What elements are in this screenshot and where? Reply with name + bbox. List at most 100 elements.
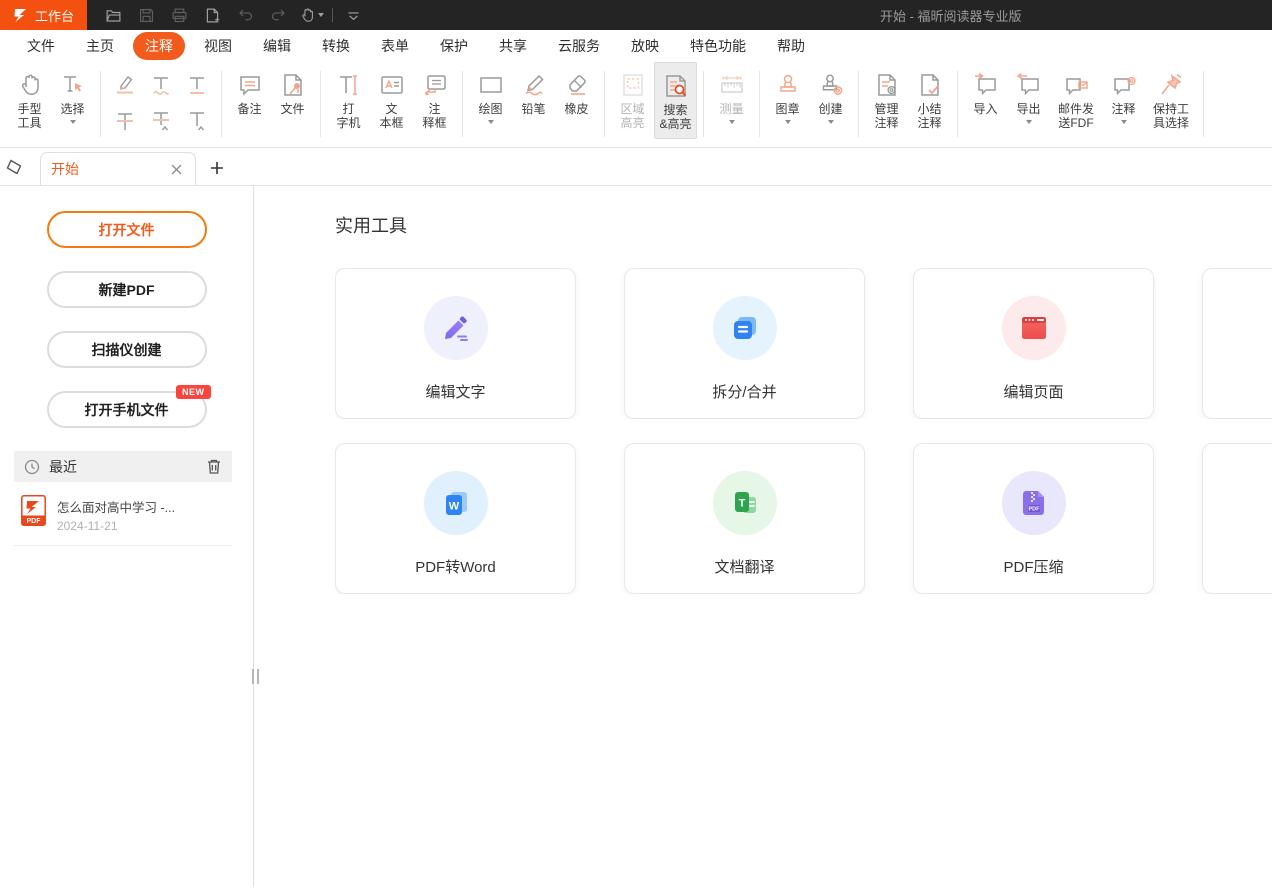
new-badge: NEW — [176, 385, 211, 399]
workspace-label: 工作台 — [35, 6, 74, 25]
export-label: 导出 — [1016, 102, 1040, 116]
foxit-logo-icon — [13, 7, 29, 23]
search-highlight-icon — [662, 72, 690, 100]
tool-card-split-merge[interactable]: 拆分/合并 — [624, 268, 865, 419]
new-pdf-button[interactable]: 新建PDF — [47, 271, 207, 308]
eraser-button[interactable]: 橡皮 — [555, 62, 598, 116]
pdf-file-icon: PDF — [21, 495, 46, 526]
hand-tool-button[interactable]: 手型 工具 — [8, 62, 51, 130]
callout-button[interactable]: 注 释框 — [413, 62, 456, 130]
tool-card-pdf-to-word[interactable]: W PDF转Word — [335, 443, 576, 594]
tool-card-partial[interactable] — [1202, 268, 1272, 419]
insert-text-button[interactable] — [181, 105, 213, 137]
email-fdf-label: 邮件发 送FDF — [1058, 102, 1094, 130]
squiggly-underline-button[interactable] — [145, 69, 177, 101]
ribbon-separator — [1203, 71, 1204, 137]
customize-toolbar-icon[interactable] — [337, 0, 370, 30]
recent-file-item[interactable]: PDF 怎么面对高中学习 -... 2024-11-21 — [21, 495, 253, 533]
tool-card-partial[interactable] — [1202, 443, 1272, 594]
document-tab-bar: 开始 — [0, 148, 1272, 186]
menu-help[interactable]: 帮助 — [777, 36, 805, 56]
tab-start[interactable]: 开始 — [40, 152, 196, 185]
menu-form[interactable]: 表单 — [381, 36, 409, 56]
draw-shapes-button[interactable]: 绘图 — [469, 62, 512, 124]
replace-text-button[interactable] — [145, 105, 177, 137]
summarize-comments-button[interactable]: 小结 注释 — [908, 62, 951, 130]
open-file-icon[interactable] — [97, 0, 130, 30]
sidebar: 打开文件 新建PDF 扫描仪创建 打开手机文件 NEW 最近 PDF 怎么 — [0, 186, 254, 887]
select-dropdown-caret-icon — [70, 120, 76, 124]
search-highlight-button[interactable]: 搜索 &高亮 — [654, 62, 697, 139]
menu-view[interactable]: 视图 — [204, 36, 232, 56]
textbox-button[interactable]: 文 本框 — [370, 62, 413, 130]
callout-label: 注 释框 — [422, 102, 446, 130]
trash-icon[interactable] — [206, 458, 222, 475]
tool-card-edit-text[interactable]: 编辑文字 — [335, 268, 576, 419]
menu-convert[interactable]: 转换 — [322, 36, 350, 56]
highlight-text-button[interactable] — [109, 69, 141, 101]
comments-gear-icon — [1110, 71, 1138, 99]
note-button[interactable]: 备注 — [228, 62, 271, 116]
select-tool-button[interactable]: 选择 — [51, 62, 94, 124]
typewriter-button[interactable]: 打 字机 — [327, 62, 370, 130]
print-icon[interactable] — [163, 0, 196, 30]
menu-features[interactable]: 特色功能 — [690, 36, 746, 56]
menu-present[interactable]: 放映 — [631, 36, 659, 56]
hand-gesture-tool-icon[interactable] — [295, 0, 328, 30]
undo-icon[interactable] — [229, 0, 262, 30]
area-highlight-icon — [619, 71, 647, 99]
note-label: 备注 — [237, 102, 261, 116]
measure-button[interactable]: 测量 — [710, 62, 753, 124]
create-stamp-button[interactable]: 创建 — [809, 62, 852, 124]
menu-home[interactable]: 主页 — [86, 36, 114, 56]
comments-button[interactable]: 注释 — [1102, 62, 1145, 124]
menu-protect[interactable]: 保护 — [440, 36, 468, 56]
manage-comments-button[interactable]: 管理 注释 — [865, 62, 908, 130]
strikeout-text-button[interactable] — [109, 105, 141, 137]
file-attachment-button[interactable]: 文件 — [271, 62, 314, 116]
menu-comment[interactable]: 注释 — [133, 32, 185, 60]
highlighter-icon — [113, 73, 137, 97]
new-tab-icon[interactable] — [204, 155, 230, 181]
tab-start-label: 开始 — [51, 159, 167, 179]
select-text-icon — [59, 71, 87, 99]
work-area: 打开文件 新建PDF 扫描仪创建 打开手机文件 NEW 最近 PDF 怎么 — [0, 186, 1272, 887]
open-mobile-file-button[interactable]: 打开手机文件 NEW — [47, 391, 207, 428]
ribbon-group-text-markup — [101, 62, 221, 147]
manage-comments-icon — [873, 71, 901, 99]
keep-tool-selected-button[interactable]: 保持工 具选择 — [1145, 62, 1197, 130]
tool-card-pdf-compress[interactable]: PDF PDF压缩 — [913, 443, 1154, 594]
export-comments-button[interactable]: 导出 — [1007, 62, 1050, 124]
create-dropdown-caret-icon — [828, 120, 834, 124]
area-highlight-button[interactable]: 区域 高亮 — [611, 62, 654, 130]
menu-file[interactable]: 文件 — [27, 36, 55, 56]
tool-label: PDF压缩 — [1003, 556, 1063, 577]
tab-close-icon[interactable] — [167, 160, 185, 178]
new-document-icon[interactable] — [196, 0, 229, 30]
scanner-create-button[interactable]: 扫描仪创建 — [47, 331, 207, 368]
redo-icon[interactable] — [262, 0, 295, 30]
pencil-button[interactable]: 铅笔 — [512, 62, 555, 116]
hand-tool-caret-icon — [318, 13, 324, 17]
squiggly-underline-icon — [149, 73, 173, 97]
typewriter-icon — [335, 71, 363, 99]
open-file-button[interactable]: 打开文件 — [47, 211, 207, 248]
menu-cloud[interactable]: 云服务 — [558, 36, 600, 56]
create-stamp-icon — [817, 71, 845, 99]
tool-card-doc-translate[interactable]: T 文档翻译 — [624, 443, 865, 594]
email-fdf-button[interactable]: 邮件发 送FDF — [1050, 62, 1102, 130]
menu-share[interactable]: 共享 — [499, 36, 527, 56]
svg-text:PDF: PDF — [1028, 507, 1040, 513]
workspace-button[interactable]: 工作台 — [0, 0, 87, 30]
menu-edit[interactable]: 编辑 — [263, 36, 291, 56]
stamp-button[interactable]: 图章 — [766, 62, 809, 124]
underline-text-button[interactable] — [181, 69, 213, 101]
stylus-eraser-icon[interactable] — [4, 157, 24, 177]
save-icon[interactable] — [130, 0, 163, 30]
sidebar-resize-grip[interactable] — [252, 669, 259, 684]
measure-label: 测量 — [719, 102, 743, 116]
stamp-dropdown-caret-icon — [785, 120, 791, 124]
import-comments-button[interactable]: 导入 — [964, 62, 1007, 116]
comments-label: 注释 — [1111, 102, 1135, 116]
tool-card-edit-pages[interactable]: 编辑页面 — [913, 268, 1154, 419]
